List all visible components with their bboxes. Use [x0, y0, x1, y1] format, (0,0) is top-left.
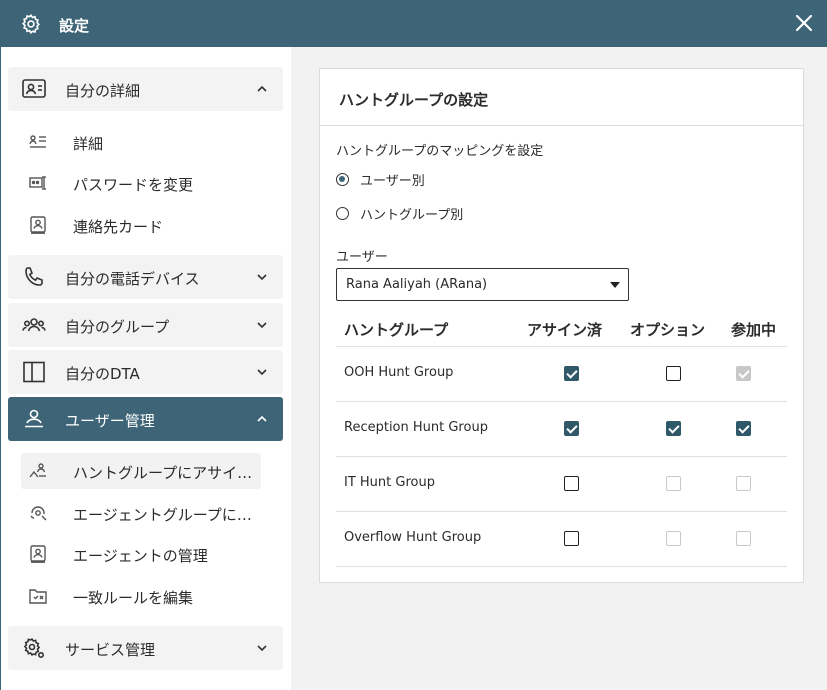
- contact-card-icon: [30, 216, 46, 234]
- user-label: ユーザー: [336, 250, 388, 265]
- joined-checkbox: [736, 366, 751, 381]
- password-icon: [29, 176, 46, 190]
- sidebar-section-my-groups[interactable]: 自分のグループ: [8, 303, 283, 347]
- sidebar-section-my-phone-devices[interactable]: 自分の電話デバイス: [8, 255, 283, 299]
- hunt-group-name: IT Hunt Group: [344, 475, 435, 490]
- table-divider: [336, 346, 787, 347]
- chevron-up-icon: [257, 85, 267, 92]
- window-title: 設定: [59, 17, 90, 35]
- optional-checkbox[interactable]: [666, 366, 681, 381]
- column-header-optional: オプション: [630, 321, 706, 339]
- sidebar-item-label: エージェントグループにアサインする: [73, 506, 261, 524]
- sidebar-item-label: 一致ルールを編集: [73, 589, 194, 607]
- folder-rules-icon: [29, 589, 47, 604]
- table-divider: [336, 511, 787, 512]
- hunt-group-assign-icon: [29, 463, 46, 478]
- joined-checkbox: [736, 476, 751, 491]
- chevron-down-icon: [257, 322, 267, 329]
- hunt-group-name: Overflow Hunt Group: [344, 530, 482, 545]
- sidebar: 自分の詳細 詳細 パスワードを変更 連絡先カード 自分の電話デバイス 自分のグル…: [1, 47, 291, 690]
- sidebar-section-label: ユーザー管理: [65, 412, 155, 430]
- hunt-group-name: Reception Hunt Group: [344, 420, 488, 435]
- user-select-value: Rana Aaliyah (ARana): [346, 277, 488, 292]
- sidebar-item-contact-card[interactable]: 連絡先カード: [21, 207, 261, 243]
- radio-label: ユーザー別: [360, 174, 425, 189]
- radio-circle-selected[interactable]: [336, 173, 349, 186]
- sidebar-item-label: エージェントの管理: [73, 547, 208, 565]
- sidebar-item-label: ハントグループにアサインする: [73, 464, 261, 482]
- sidebar-item-label: 詳細: [73, 135, 104, 153]
- sidebar-section-label: 自分の詳細: [65, 82, 141, 100]
- title-bar: 設定: [1, 1, 826, 47]
- service-gear-icon: [23, 637, 44, 659]
- panel-icon: [23, 361, 45, 383]
- optional-checkbox: [666, 531, 681, 546]
- sidebar-section-user-admin[interactable]: ユーザー管理: [8, 397, 283, 441]
- sidebar-item-label: パスワードを変更: [73, 176, 194, 194]
- chevron-down-icon: [257, 274, 267, 281]
- card-header: ハントグループの設定: [320, 69, 803, 126]
- sidebar-section-label: 自分のグループ: [65, 318, 170, 336]
- contact-card-icon: [22, 79, 46, 98]
- agent-card-icon: [30, 545, 46, 563]
- column-header-assigned: アサイン済: [527, 321, 603, 339]
- assigned-checkbox[interactable]: [564, 531, 579, 546]
- sidebar-section-my-details[interactable]: 自分の詳細: [8, 67, 283, 111]
- radio-circle[interactable]: [336, 207, 349, 220]
- column-header-hunt-group: ハントグループ: [344, 321, 449, 339]
- card-title: ハントグループの設定: [339, 91, 489, 109]
- user-admin-icon: [25, 409, 43, 428]
- settings-window: 設定 自分の詳細 詳細 パスワードを変更 連絡先カード 自分の電話デバイス 自分…: [0, 0, 827, 690]
- optional-checkbox[interactable]: [666, 421, 681, 436]
- hunt-group-settings-card: ハントグループの設定 ハントグループのマッピングを設定 ユーザー別 ハントグルー…: [319, 68, 804, 583]
- chevron-up-icon: [257, 415, 267, 422]
- caret-down-icon: [610, 282, 620, 288]
- sidebar-item-label: 連絡先カード: [73, 218, 164, 236]
- sidebar-section-label: サービス管理: [65, 641, 156, 659]
- radio-by-user[interactable]: ユーザー別: [336, 170, 425, 189]
- close-icon[interactable]: [792, 11, 816, 35]
- hunt-group-name: OOH Hunt Group: [344, 365, 454, 380]
- sidebar-section-service-admin[interactable]: サービス管理: [8, 626, 283, 670]
- chevron-down-icon: [257, 645, 267, 652]
- table-divider: [336, 456, 787, 457]
- mapping-label: ハントグループのマッピングを設定: [336, 144, 544, 159]
- sidebar-section-label: 自分のDTA: [65, 365, 140, 383]
- details-list-icon: [29, 135, 46, 148]
- chevron-down-icon: [257, 369, 267, 376]
- main-content: ハントグループの設定 ハントグループのマッピングを設定 ユーザー別 ハントグルー…: [291, 47, 827, 690]
- joined-checkbox[interactable]: [736, 421, 751, 436]
- radio-by-hunt-group[interactable]: ハントグループ別: [336, 204, 463, 223]
- optional-checkbox: [666, 476, 681, 491]
- column-header-joined: 参加中: [731, 321, 777, 339]
- joined-checkbox: [736, 531, 751, 546]
- table-divider: [336, 401, 787, 402]
- sidebar-item-assign-agent-group[interactable]: エージェントグループにアサインする: [21, 495, 261, 531]
- sidebar-section-my-dta[interactable]: 自分のDTA: [8, 350, 283, 394]
- assigned-checkbox[interactable]: [564, 366, 579, 381]
- sidebar-item-details[interactable]: 詳細: [21, 124, 261, 160]
- table-divider: [336, 566, 787, 567]
- group-icon: [22, 318, 46, 332]
- sidebar-item-edit-match-rules[interactable]: 一致ルールを編集: [21, 578, 261, 614]
- sidebar-item-assign-hunt-group[interactable]: ハントグループにアサインする: [21, 453, 261, 489]
- phone-icon: [25, 267, 43, 286]
- assigned-checkbox[interactable]: [564, 476, 579, 491]
- sidebar-item-manage-agents[interactable]: エージェントの管理: [21, 536, 261, 572]
- sidebar-section-label: 自分の電話デバイス: [65, 270, 200, 288]
- user-select[interactable]: Rana Aaliyah (ARana): [336, 268, 629, 301]
- assigned-checkbox[interactable]: [564, 421, 579, 436]
- sidebar-item-change-password[interactable]: パスワードを変更: [21, 165, 261, 201]
- agent-group-icon: [30, 506, 47, 521]
- radio-label: ハントグループ別: [360, 208, 464, 223]
- gear-icon: [22, 14, 40, 34]
